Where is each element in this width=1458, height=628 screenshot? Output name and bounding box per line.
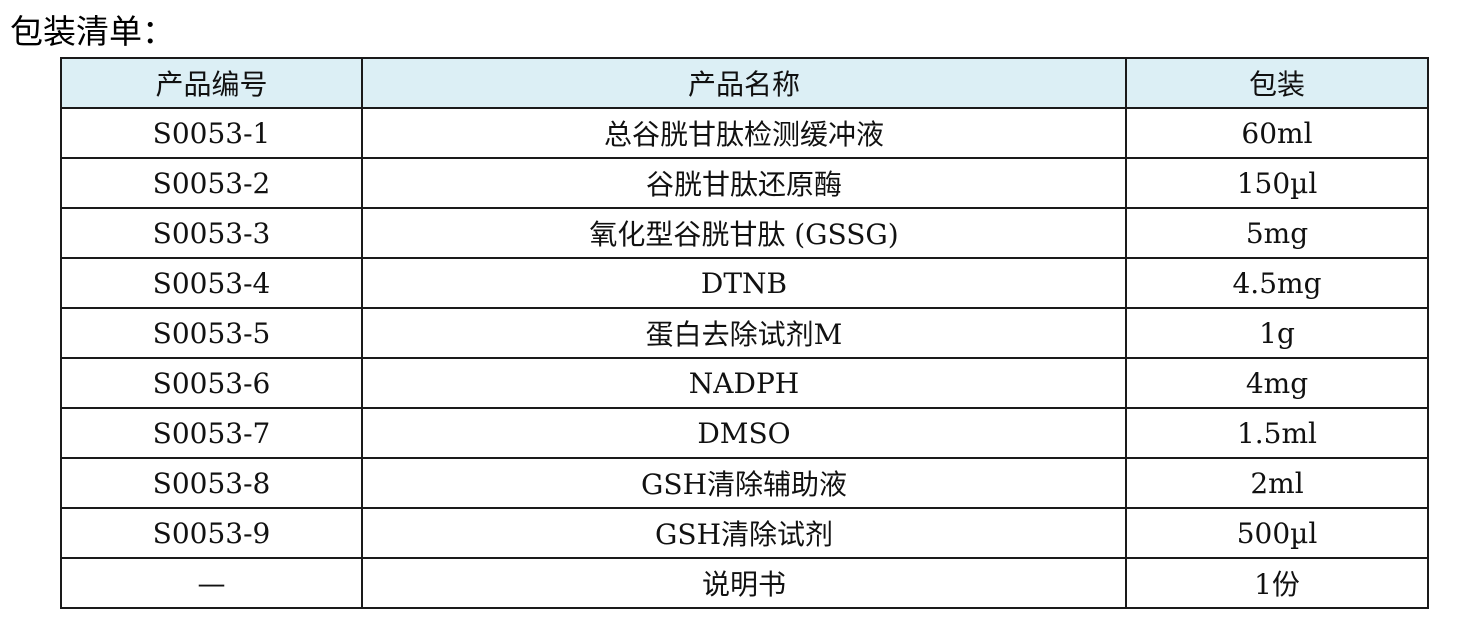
- table-row: S0053-6 NADPH 4mg: [60, 357, 1429, 409]
- cell-product-code: S0053-3: [60, 207, 363, 259]
- cell-product-name: NADPH: [361, 357, 1127, 409]
- cell-product-code: S0053-1: [60, 107, 363, 159]
- cell-product-code: S0053-4: [60, 257, 363, 309]
- table-header-row: 产品编号 产品名称 包装: [60, 57, 1429, 109]
- cell-product-name: GSH清除试剂: [361, 507, 1127, 559]
- cell-product-code: —: [60, 557, 363, 609]
- table-row: — 说明书 1份: [60, 557, 1429, 609]
- cell-product-code: S0053-2: [60, 157, 363, 209]
- table-row: S0053-9 GSH清除试剂 500µl: [60, 507, 1429, 559]
- cell-product-name: DTNB: [361, 257, 1127, 309]
- cell-product-name: DMSO: [361, 407, 1127, 459]
- cell-product-code: S0053-6: [60, 357, 363, 409]
- column-header-product-code: 产品编号: [60, 57, 363, 109]
- cell-package: 1g: [1125, 307, 1429, 359]
- cell-product-code: S0053-9: [60, 507, 363, 559]
- table-row: S0053-5 蛋白去除试剂M 1g: [60, 307, 1429, 359]
- cell-package: 60ml: [1125, 107, 1429, 159]
- cell-product-name: 说明书: [361, 557, 1127, 609]
- cell-package: 500µl: [1125, 507, 1429, 559]
- table-row: S0053-7 DMSO 1.5ml: [60, 407, 1429, 459]
- column-header-product-name: 产品名称: [361, 57, 1127, 109]
- cell-product-name: 蛋白去除试剂M: [361, 307, 1127, 359]
- cell-package: 4mg: [1125, 357, 1429, 409]
- cell-package: 4.5mg: [1125, 257, 1429, 309]
- cell-product-name: 总谷胱甘肽检测缓冲液: [361, 107, 1127, 159]
- cell-package: 5mg: [1125, 207, 1429, 259]
- cell-product-code: S0053-8: [60, 457, 363, 509]
- packing-list-table: 产品编号 产品名称 包装 S0053-1 总谷胱甘肽检测缓冲液 60ml S00…: [60, 57, 1429, 609]
- table-row: S0053-1 总谷胱甘肽检测缓冲液 60ml: [60, 107, 1429, 159]
- cell-product-name: 谷胱甘肽还原酶: [361, 157, 1127, 209]
- column-header-package: 包装: [1125, 57, 1429, 109]
- page-title: 包装清单：: [10, 12, 175, 51]
- cell-package: 150µl: [1125, 157, 1429, 209]
- cell-package: 1.5ml: [1125, 407, 1429, 459]
- cell-package: 2ml: [1125, 457, 1429, 509]
- table-row: S0053-3 氧化型谷胱甘肽 (GSSG) 5mg: [60, 207, 1429, 259]
- cell-package: 1份: [1125, 557, 1429, 609]
- table-row: S0053-8 GSH清除辅助液 2ml: [60, 457, 1429, 509]
- cell-product-code: S0053-5: [60, 307, 363, 359]
- cell-product-name: 氧化型谷胱甘肽 (GSSG): [361, 207, 1127, 259]
- cell-product-name: GSH清除辅助液: [361, 457, 1127, 509]
- cell-product-code: S0053-7: [60, 407, 363, 459]
- table-row: S0053-4 DTNB 4.5mg: [60, 257, 1429, 309]
- table-row: S0053-2 谷胱甘肽还原酶 150µl: [60, 157, 1429, 209]
